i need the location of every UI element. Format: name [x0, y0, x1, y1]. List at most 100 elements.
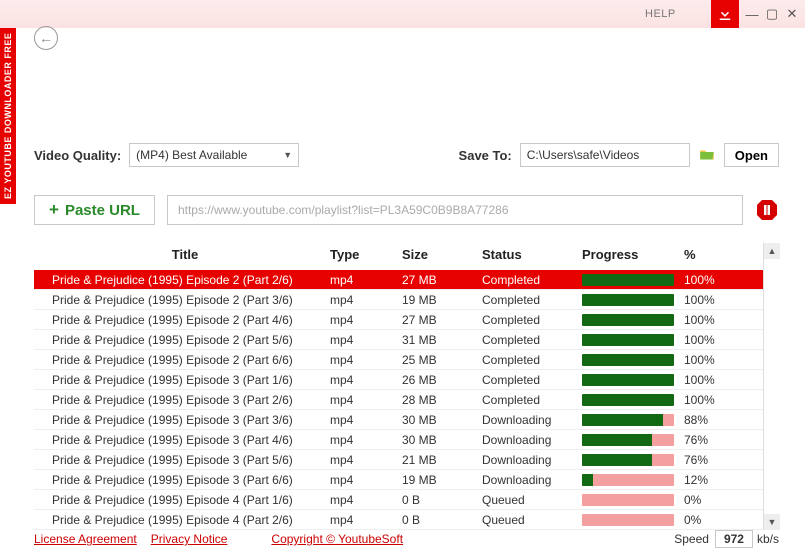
stop-icon[interactable] [755, 198, 779, 222]
maximize-button[interactable]: ▢ [765, 7, 779, 21]
cell-title: Pride & Prejudice (1995) Episode 2 (Part… [34, 293, 330, 307]
cell-title: Pride & Prejudice (1995) Episode 3 (Part… [34, 473, 330, 487]
col-type: Type [330, 247, 402, 262]
cell-status: Downloading [482, 413, 582, 427]
help-link[interactable]: HELP [645, 8, 676, 20]
cell-status: Completed [482, 333, 582, 347]
cell-size: 19 MB [402, 293, 482, 307]
privacy-link[interactable]: Privacy Notice [151, 532, 228, 546]
chevron-down-icon: ▼ [283, 150, 292, 160]
cell-type: mp4 [330, 433, 402, 447]
minimize-button[interactable]: — [745, 7, 759, 21]
cell-status: Completed [482, 373, 582, 387]
col-size: Size [402, 247, 482, 262]
cell-percent: 100% [684, 393, 740, 407]
col-title: Title [34, 247, 330, 262]
browse-folder-icon[interactable] [698, 146, 716, 164]
video-quality-dropdown[interactable]: (MP4) Best Available ▼ [129, 143, 299, 167]
table-row[interactable]: Pride & Prejudice (1995) Episode 4 (Part… [34, 510, 763, 530]
app-side-tab: EZ YOUTUBE DOWNLOADER FREE [0, 28, 16, 204]
cell-size: 26 MB [402, 373, 482, 387]
table-row[interactable]: Pride & Prejudice (1995) Episode 3 (Part… [34, 450, 763, 470]
cell-type: mp4 [330, 373, 402, 387]
url-input[interactable]: https://www.youtube.com/playlist?list=PL… [167, 195, 743, 225]
cell-title: Pride & Prejudice (1995) Episode 3 (Part… [34, 433, 330, 447]
cell-status: Completed [482, 273, 582, 287]
cell-progress [582, 334, 684, 346]
table-row[interactable]: Pride & Prejudice (1995) Episode 3 (Part… [34, 410, 763, 430]
video-quality-value: (MP4) Best Available [136, 148, 247, 162]
col-percent: % [684, 247, 740, 262]
cell-type: mp4 [330, 273, 402, 287]
paste-url-button[interactable]: + Paste URL [34, 195, 155, 225]
copyright-link[interactable]: Copyright © YoutubeSoft [271, 532, 403, 546]
table-row[interactable]: Pride & Prejudice (1995) Episode 2 (Part… [34, 330, 763, 350]
table-row[interactable]: Pride & Prejudice (1995) Episode 2 (Part… [34, 310, 763, 330]
open-button[interactable]: Open [724, 143, 779, 167]
cell-size: 30 MB [402, 413, 482, 427]
cell-type: mp4 [330, 353, 402, 367]
table-row[interactable]: Pride & Prejudice (1995) Episode 3 (Part… [34, 470, 763, 490]
scrollbar[interactable]: ▲ ▼ [763, 243, 779, 530]
save-to-path[interactable]: C:\Users\safe\Videos [520, 143, 690, 167]
table-row[interactable]: Pride & Prejudice (1995) Episode 2 (Part… [34, 350, 763, 370]
table-row[interactable]: Pride & Prejudice (1995) Episode 3 (Part… [34, 430, 763, 450]
cell-status: Queued [482, 513, 582, 527]
cell-percent: 76% [684, 433, 740, 447]
cell-percent: 100% [684, 273, 740, 287]
cell-percent: 100% [684, 353, 740, 367]
cell-progress [582, 414, 684, 426]
cell-status: Downloading [482, 453, 582, 467]
cell-size: 30 MB [402, 433, 482, 447]
download-icon[interactable] [711, 0, 739, 28]
cell-progress [582, 374, 684, 386]
cell-progress [582, 294, 684, 306]
cell-progress [582, 474, 684, 486]
scroll-up-icon[interactable]: ▲ [764, 243, 780, 259]
cell-type: mp4 [330, 473, 402, 487]
table-row[interactable]: Pride & Prejudice (1995) Episode 2 (Part… [34, 290, 763, 310]
cell-percent: 100% [684, 313, 740, 327]
downloads-table: Title Type Size Status Progress % Pride … [34, 243, 763, 530]
cell-size: 31 MB [402, 333, 482, 347]
cell-status: Queued [482, 493, 582, 507]
paste-url-label: Paste URL [65, 202, 140, 219]
cell-percent: 100% [684, 373, 740, 387]
cell-title: Pride & Prejudice (1995) Episode 2 (Part… [34, 333, 330, 347]
cell-title: Pride & Prejudice (1995) Episode 3 (Part… [34, 373, 330, 387]
cell-status: Downloading [482, 433, 582, 447]
cell-title: Pride & Prejudice (1995) Episode 2 (Part… [34, 313, 330, 327]
table-row[interactable]: Pride & Prejudice (1995) Episode 3 (Part… [34, 390, 763, 410]
cell-progress [582, 354, 684, 366]
scroll-down-icon[interactable]: ▼ [764, 514, 780, 530]
speed-unit: kb/s [757, 532, 779, 546]
cell-status: Completed [482, 313, 582, 327]
cell-size: 0 B [402, 513, 482, 527]
close-button[interactable]: ✕ [785, 7, 799, 21]
cell-size: 28 MB [402, 393, 482, 407]
cell-status: Completed [482, 293, 582, 307]
titlebar: HELP — ▢ ✕ [0, 0, 805, 28]
footer: License Agreement Privacy Notice Copyrig… [34, 530, 779, 548]
cell-size: 21 MB [402, 453, 482, 467]
cell-type: mp4 [330, 313, 402, 327]
table-header: Title Type Size Status Progress % [34, 243, 763, 270]
back-button[interactable]: ← [34, 26, 58, 50]
save-to-label: Save To: [459, 148, 512, 163]
table-row[interactable]: Pride & Prejudice (1995) Episode 4 (Part… [34, 490, 763, 510]
plus-icon: + [49, 200, 59, 220]
license-link[interactable]: License Agreement [34, 532, 137, 546]
cell-percent: 0% [684, 493, 740, 507]
cell-percent: 100% [684, 333, 740, 347]
cell-type: mp4 [330, 393, 402, 407]
cell-title: Pride & Prejudice (1995) Episode 3 (Part… [34, 393, 330, 407]
table-row[interactable]: Pride & Prejudice (1995) Episode 3 (Part… [34, 370, 763, 390]
speed-label: Speed [674, 532, 709, 546]
cell-progress [582, 454, 684, 466]
cell-title: Pride & Prejudice (1995) Episode 3 (Part… [34, 413, 330, 427]
table-row[interactable]: Pride & Prejudice (1995) Episode 2 (Part… [34, 270, 763, 290]
cell-size: 27 MB [402, 313, 482, 327]
cell-progress [582, 514, 684, 526]
cell-type: mp4 [330, 413, 402, 427]
cell-type: mp4 [330, 293, 402, 307]
